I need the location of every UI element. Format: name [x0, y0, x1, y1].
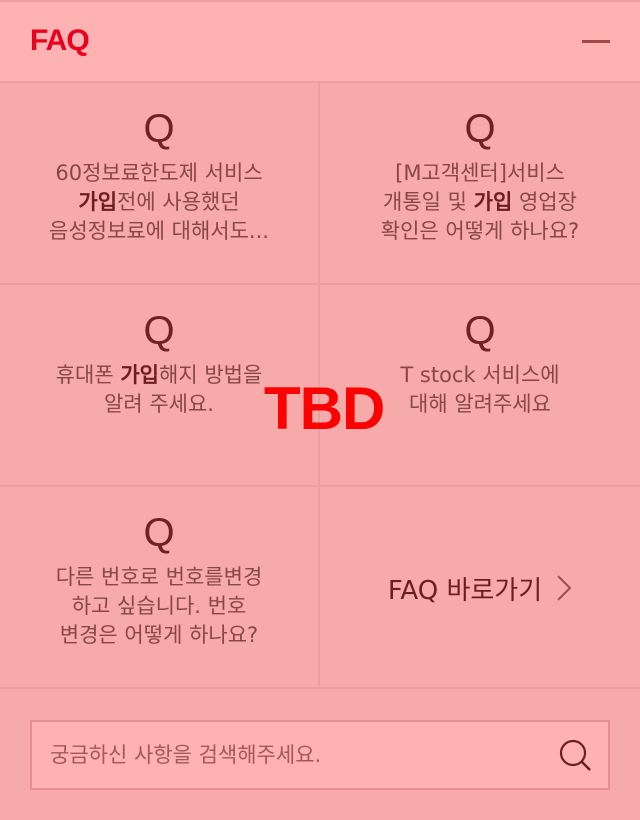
text-segment: 다른 번호로 번호를변경	[55, 565, 263, 589]
question-icon: Q	[143, 511, 175, 555]
highlighted-text: 가입	[78, 190, 118, 214]
text-segment: 개통일 및	[383, 190, 474, 214]
question-icon: Q	[143, 309, 175, 353]
text-segment: [M고객센터]서비스	[395, 161, 565, 185]
highlighted-text: 가입	[120, 363, 159, 387]
search-box	[30, 720, 610, 790]
faq-header: FAQ	[0, 0, 640, 83]
text-segment: 변경은 어떻게 하나요?	[59, 623, 259, 647]
text-segment: 영업장	[512, 190, 577, 214]
text-segment: T stock 서비스에	[400, 363, 560, 387]
faq-question-text: 다른 번호로 번호를변경 하고 싶습니다. 번호 변경은 어떻게 하나요?	[0, 563, 318, 650]
faq-question-text: 60정보료한도제 서비스 가입전에 사용했던 음성정보료에 대해서도...	[0, 159, 318, 246]
faq-item[interactable]: Q 60정보료한도제 서비스 가입전에 사용했던 음성정보료에 대해서도...	[0, 83, 320, 285]
faq-item[interactable]: Q 다른 번호로 번호를변경 하고 싶습니다. 번호 변경은 어떻게 하나요?	[0, 487, 320, 689]
faq-shortcut-label: FAQ 바로가기	[387, 575, 543, 606]
faq-grid: Q 60정보료한도제 서비스 가입전에 사용했던 음성정보료에 대해서도... …	[0, 83, 640, 689]
text-segment: 대해 알려주세요	[409, 392, 551, 416]
faq-question-text: 휴대폰 가입해지 방법을 알려 주세요.	[0, 361, 318, 419]
faq-item[interactable]: Q 휴대폰 가입해지 방법을 알려 주세요.	[0, 285, 320, 487]
search-input[interactable]	[50, 722, 540, 788]
search-icon[interactable]	[556, 736, 596, 776]
text-segment: 알려 주세요.	[104, 392, 214, 416]
text-segment: 60정보료한도제 서비스	[55, 161, 263, 185]
text-segment: 해지 방법을	[159, 363, 263, 387]
question-icon: Q	[464, 107, 496, 151]
text-segment: 음성정보료에 대해서도...	[49, 219, 269, 243]
highlighted-text: 가입	[473, 190, 513, 214]
chevron-right-icon	[557, 575, 572, 601]
question-icon: Q	[143, 107, 175, 151]
faq-question-text: T stock 서비스에 대해 알려주세요	[320, 361, 640, 419]
text-segment: 전에 사용했던	[117, 190, 240, 214]
question-icon: Q	[464, 309, 496, 353]
faq-question-text: [M고객센터]서비스 개통일 및 가입 영업장 확인은 어떻게 하나요?	[320, 159, 640, 246]
text-segment: 휴대폰	[55, 363, 121, 387]
faq-item[interactable]: Q T stock 서비스에 대해 알려주세요	[320, 285, 640, 487]
page-title: FAQ	[30, 24, 90, 57]
minimize-icon[interactable]	[582, 40, 610, 43]
text-segment: 하고 싶습니다. 번호	[71, 594, 247, 618]
text-segment: 확인은 어떻게 하나요?	[380, 219, 580, 243]
faq-shortcut-link[interactable]: FAQ 바로가기	[320, 487, 640, 689]
faq-item[interactable]: Q [M고객센터]서비스 개통일 및 가입 영업장 확인은 어떻게 하나요?	[320, 83, 640, 285]
